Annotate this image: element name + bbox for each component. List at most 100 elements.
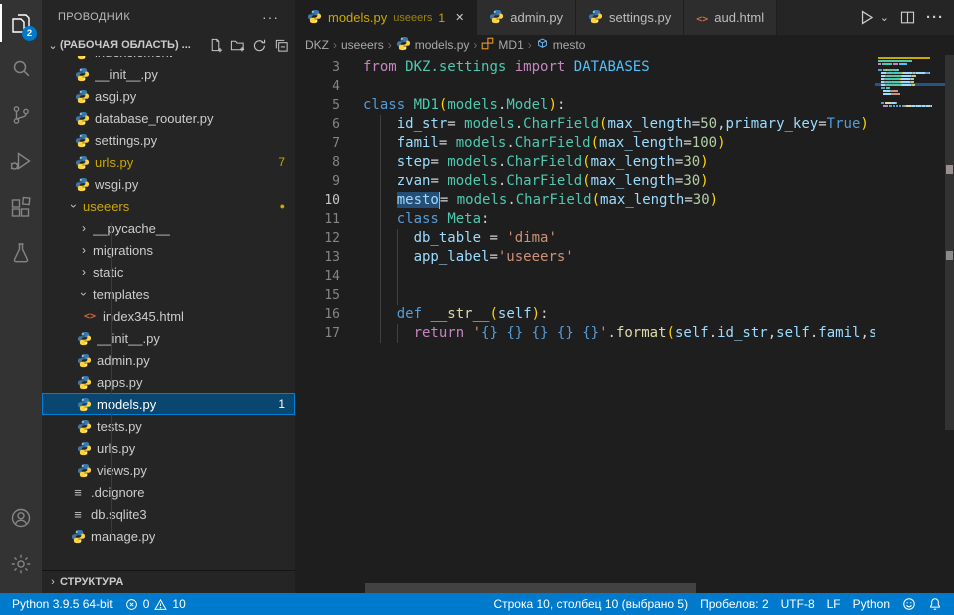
tree-item-wsgi.py[interactable]: wsgi.py — [42, 173, 295, 195]
python-icon — [588, 9, 603, 27]
activity-account-button[interactable] — [0, 495, 42, 541]
line-number: 12 — [295, 229, 340, 248]
breadcrumb-item-DKZ[interactable]: DKZ — [303, 38, 331, 52]
horizontal-scrollbar[interactable] — [365, 583, 696, 593]
code-line-10[interactable]: 10 mesto= models.CharField(max_length=30… — [295, 191, 875, 210]
tree-item-__init__.py[interactable]: __init__.py — [42, 327, 295, 349]
tab-admin.py[interactable]: admin.py — [477, 0, 576, 35]
status-encoding[interactable]: UTF-8 — [775, 593, 821, 615]
minimap-line — [878, 75, 943, 77]
breadcrumb-item-models.py[interactable]: models.py — [394, 36, 472, 54]
tree-item-.dcignore[interactable]: ≡.dcignore — [42, 481, 295, 503]
run-debug-icon — [9, 149, 33, 173]
scrollbar-slider[interactable] — [945, 55, 954, 430]
tab-bar: models.pyuseeers1✕admin.pysettings.py<>a… — [295, 0, 954, 35]
tree-item-templates[interactable]: ›templates — [42, 283, 295, 305]
tree-item-static[interactable]: ›static — [42, 261, 295, 283]
code-line-8[interactable]: 8 step= models.CharField(max_length=30) — [295, 153, 875, 172]
breadcrumb-item-MD1[interactable]: MD1 — [479, 37, 525, 53]
run-dropdown-button[interactable]: ⌄ — [886, 11, 889, 24]
search-icon — [9, 57, 33, 81]
tab-settings.py[interactable]: settings.py — [576, 0, 684, 35]
tree-item-manage.py[interactable]: manage.py — [42, 525, 295, 547]
tree-item-admin.py[interactable]: admin.py — [42, 349, 295, 371]
activity-explorer-button[interactable]: 2 — [0, 0, 42, 46]
code-line-16[interactable]: 16 def __str__(self): — [295, 305, 875, 324]
code-line-5[interactable]: 5class MD1(models.Model): — [295, 96, 875, 115]
code-area[interactable]: 3from DKZ.settings import DATABASES45cla… — [295, 58, 875, 343]
split-editor-button[interactable] — [899, 9, 916, 26]
code-line-17[interactable]: 17 return '{} {} {} {} {}'.format(self.i… — [295, 324, 875, 343]
refresh-button[interactable] — [252, 38, 267, 53]
run-button[interactable] — [857, 8, 876, 27]
new-folder-button[interactable] — [230, 38, 245, 53]
tree-item-indexelement[interactable]: indexelement — [42, 56, 295, 63]
tab-models.py[interactable]: models.pyuseeers1✕ — [295, 0, 477, 35]
new-file-button[interactable] — [208, 38, 223, 53]
code-line-3[interactable]: 3from DKZ.settings import DATABASES — [295, 58, 875, 77]
status-language[interactable]: Python — [847, 593, 896, 615]
code-line-11[interactable]: 11 class Meta: — [295, 210, 875, 229]
tree-item-migrations[interactable]: ›migrations — [42, 239, 295, 261]
tree-item-urls.py[interactable]: urls.py7 — [42, 151, 295, 173]
minimap[interactable] — [875, 55, 945, 593]
status-notifications[interactable] — [922, 593, 948, 615]
tab-close-button[interactable]: ✕ — [455, 11, 464, 24]
code-line-4[interactable]: 4 — [295, 77, 875, 96]
status-feedback[interactable] — [896, 593, 922, 615]
code-line-13[interactable]: 13 app_label='useeers' — [295, 248, 875, 267]
tree-item-label: index345.html — [103, 309, 184, 324]
status-problems[interactable]: 010 — [119, 593, 192, 615]
activity-run-debug-button[interactable] — [0, 138, 42, 184]
line-number: 9 — [295, 172, 340, 191]
collapse-all-button[interactable] — [274, 38, 289, 53]
status-indentation[interactable]: Пробелов: 2 — [694, 593, 775, 615]
breadcrumb-item-useeers[interactable]: useeers — [339, 38, 386, 52]
testing-icon — [9, 241, 33, 265]
outline-section-header[interactable]: › СТРУКТУРА — [42, 571, 295, 593]
code-line-9[interactable]: 9 zvan= models.CharField(max_length=30) — [295, 172, 875, 191]
tree-item-urls.py[interactable]: urls.py — [42, 437, 295, 459]
activity-search-button[interactable] — [0, 46, 42, 92]
tree-item-__pycache__[interactable]: ›__pycache__ — [42, 217, 295, 239]
activity-extensions-button[interactable] — [0, 184, 42, 230]
python-icon — [76, 397, 92, 412]
more-actions-button[interactable]: ··· — [926, 9, 944, 26]
workspace-section-header[interactable]: ⌄ (РАБОЧАЯ ОБЛАСТЬ) ... — [42, 34, 295, 56]
status-cursor-position[interactable]: Строка 10, столбец 10 (выбрано 5) — [487, 593, 694, 615]
code-editor[interactable]: 3from DKZ.settings import DATABASES45cla… — [295, 55, 954, 593]
breadcrumb-item-mesto[interactable]: mesto — [534, 37, 588, 53]
problems-badge: 7 — [278, 155, 285, 169]
tree-item-tests.py[interactable]: tests.py — [42, 415, 295, 437]
tree-item-database_roouter.py[interactable]: database_roouter.py — [42, 107, 295, 129]
indent-guide — [397, 229, 398, 305]
activity-badge: 2 — [22, 26, 37, 41]
tree-item-db.sqlite3[interactable]: ≡db.sqlite3 — [42, 503, 295, 525]
code-line-12[interactable]: 12 db_table = 'dima' — [295, 229, 875, 248]
status-eol[interactable]: LF — [821, 593, 847, 615]
tree-item-asgi.py[interactable]: asgi.py — [42, 85, 295, 107]
tree-item-__init__.py[interactable]: __init__.py — [42, 63, 295, 85]
tree-item-settings.py[interactable]: settings.py — [42, 129, 295, 151]
tree-item-apps.py[interactable]: apps.py — [42, 371, 295, 393]
status-interpreter[interactable]: Python 3.9.5 64-bit — [6, 593, 119, 615]
line-number: 7 — [295, 134, 340, 153]
sidebar-more-actions-button[interactable]: ··· — [262, 9, 279, 25]
code-line-7[interactable]: 7 famil= models.CharField(max_length=100… — [295, 134, 875, 153]
tree-item-views.py[interactable]: views.py — [42, 459, 295, 481]
activity-source-control-button[interactable] — [0, 92, 42, 138]
code-line-6[interactable]: 6 id_str= models.CharField(max_length=50… — [295, 115, 875, 134]
tab-aud.html[interactable]: <>aud.html — [684, 0, 777, 35]
tree-item-index345.html[interactable]: <>index345.html — [42, 305, 295, 327]
overview-ruler[interactable] — [945, 55, 954, 593]
line-number: 4 — [295, 77, 340, 96]
code-line-15[interactable]: 15 — [295, 286, 875, 305]
tree-item-label: db.sqlite3 — [91, 507, 147, 522]
line-number: 16 — [295, 305, 340, 324]
code-line-14[interactable]: 14 — [295, 267, 875, 286]
tree-item-models.py[interactable]: models.py1 — [42, 393, 295, 415]
tree-item-useeers[interactable]: ›useeers● — [42, 195, 295, 217]
minimap-line — [878, 60, 943, 62]
activity-settings-gear-button[interactable] — [0, 541, 42, 587]
activity-testing-button[interactable] — [0, 230, 42, 276]
